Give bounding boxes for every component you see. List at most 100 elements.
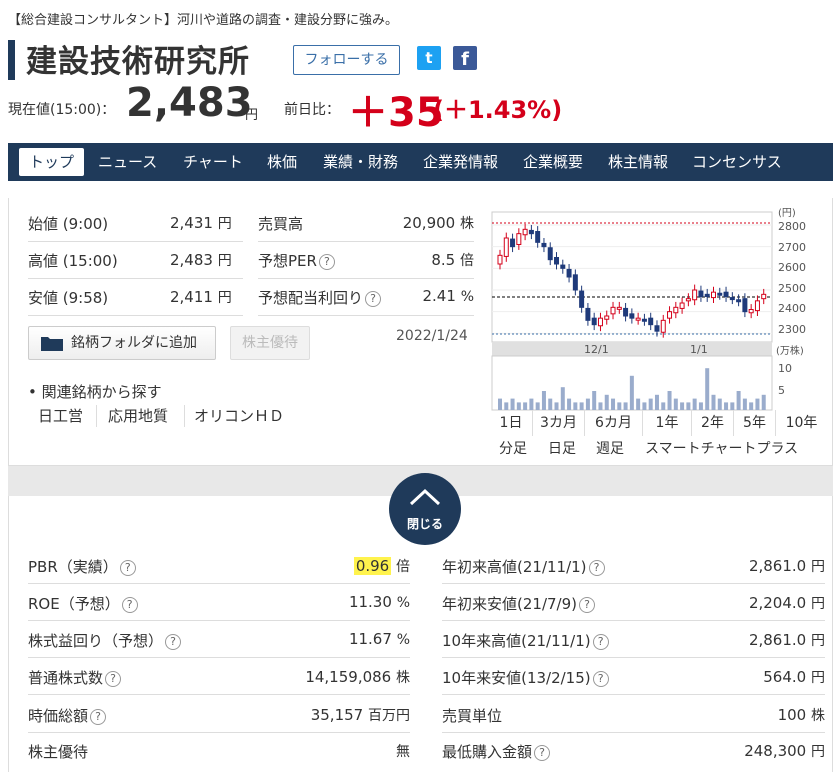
tab-financials[interactable]: 業績・財務 [323,143,398,181]
dividend-value: 2.41 % [422,287,475,305]
volume-bar [711,394,716,410]
volume-bar [705,368,710,410]
volume-tick-label: 10 [778,362,792,375]
high-label: 高値 (15:00) [28,252,118,270]
help-icon[interactable]: ? [119,559,136,576]
range-3m[interactable]: 3カ月 [532,410,584,436]
help-icon[interactable]: ? [121,596,138,613]
view-daily[interactable]: 日足 [548,438,576,460]
view-weekly[interactable]: 週足 [596,438,624,460]
related-stock-link[interactable]: オリコンＨＤ [194,405,284,426]
candle-body [754,300,760,312]
10y-low-label: 10年来安値(13/2/15)? [442,667,609,688]
twitter-icon[interactable]: t [417,46,441,70]
volume-bar [680,402,685,410]
help-icon[interactable]: ? [165,633,182,650]
help-icon[interactable]: ? [579,596,595,613]
volume-bar [636,398,641,410]
volume-bar [724,402,729,410]
help-icon[interactable]: ? [318,253,335,270]
view-minute[interactable]: 分足 [499,438,527,460]
related-stock-link[interactable]: 日工営 [38,405,83,426]
tab-stock-price[interactable]: 株価 [267,143,297,181]
per-label: 予想PER? [258,250,335,271]
volume-value: 20,900 株 [402,214,474,232]
candle-body [503,237,509,257]
view-smart-chart[interactable]: スマートチャートプラス [645,438,798,460]
ytd-high-label: 年初来高値(21/11/1)? [442,556,605,577]
candle-body [667,311,673,319]
candle-body [698,290,704,298]
related-stock-link[interactable]: 応用地質 [108,405,168,426]
volume-tick-label: 5 [778,384,785,397]
candle-body [535,231,541,243]
follow-button[interactable]: フォローする [293,45,400,75]
volume-bar [755,398,760,410]
tab-shareholders[interactable]: 株主情報 [608,143,668,181]
tab-news[interactable]: ニュース [98,143,157,181]
pbr-value: 0.96 倍 [353,557,410,575]
dividend-label: 予想配当利回り? [258,287,382,308]
title-accent-bar [8,40,15,80]
volume-bar [498,398,502,410]
candle-body [572,274,578,291]
volume-bar [623,402,628,410]
help-icon[interactable]: ? [588,559,605,576]
volume-bar [749,402,754,410]
candle-body [679,302,685,309]
volume-bar [592,391,597,410]
volume-bar [611,398,616,410]
volume-bar [742,398,747,410]
candle-body [761,293,767,300]
volume-bar [654,394,659,410]
candle-body [579,290,585,308]
y-tick-label: 2500 [778,282,806,295]
y-unit-label: (円) [778,208,796,219]
benefit-label: 株主優待 [28,743,89,761]
range-1d[interactable]: 1日 [490,410,532,436]
range-6m[interactable]: 6カ月 [584,410,642,436]
candle-body [648,317,654,326]
tab-company-profile[interactable]: 企業概要 [523,143,583,181]
tab-top[interactable]: トップ [19,148,85,176]
folder-icon [41,337,63,351]
volume-bar [629,375,634,410]
tab-consensus[interactable]: コンセンサス [692,143,782,181]
range-2y[interactable]: 2年 [691,410,733,436]
volume-unit-label: (万株) [776,344,804,357]
help-icon[interactable]: ? [534,744,551,761]
candle-body [560,264,566,269]
pbr-label: PBR（実績）? [28,556,136,577]
tab-chart[interactable]: チャート [183,143,243,181]
y-tick-label: 2600 [778,261,806,274]
help-icon[interactable]: ? [90,708,107,725]
help-icon[interactable]: ? [592,633,609,650]
tab-disclosures[interactable]: 企業発情報 [423,143,498,181]
help-icon[interactable]: ? [105,670,122,687]
help-icon[interactable]: ? [592,670,609,687]
range-1y[interactable]: 1年 [642,410,691,436]
10y-high-label: 10年来高値(21/11/1)? [442,630,609,651]
range-5y[interactable]: 5年 [733,410,775,436]
close-button[interactable]: 閉じる [389,473,461,545]
facebook-icon[interactable]: f [453,46,477,70]
add-to-folder-button[interactable]: 銘柄フォルダに追加 [28,326,216,360]
earnings-yield-value: 11.67 % [348,630,410,648]
stock-chart[interactable]: 12/1 1/1 (円) 2800 2700 2600 2500 2400 23… [490,204,830,414]
candle-body [692,289,698,301]
candle-body [497,254,503,265]
candle-body [616,306,622,310]
candle-body [516,233,522,245]
volume-label: 売買高 [258,215,304,233]
candle-body [610,306,616,315]
volume-bar [692,398,697,410]
candle-body [522,228,528,236]
candle-body [541,242,547,248]
range-10y[interactable]: 10年 [775,410,827,436]
volume-bar [730,402,735,410]
volume-bar [585,398,590,410]
company-name: 建設技術研究所 [26,44,250,80]
volume-bar [667,391,672,410]
volume-bar [579,402,584,410]
help-icon[interactable]: ? [365,290,382,307]
